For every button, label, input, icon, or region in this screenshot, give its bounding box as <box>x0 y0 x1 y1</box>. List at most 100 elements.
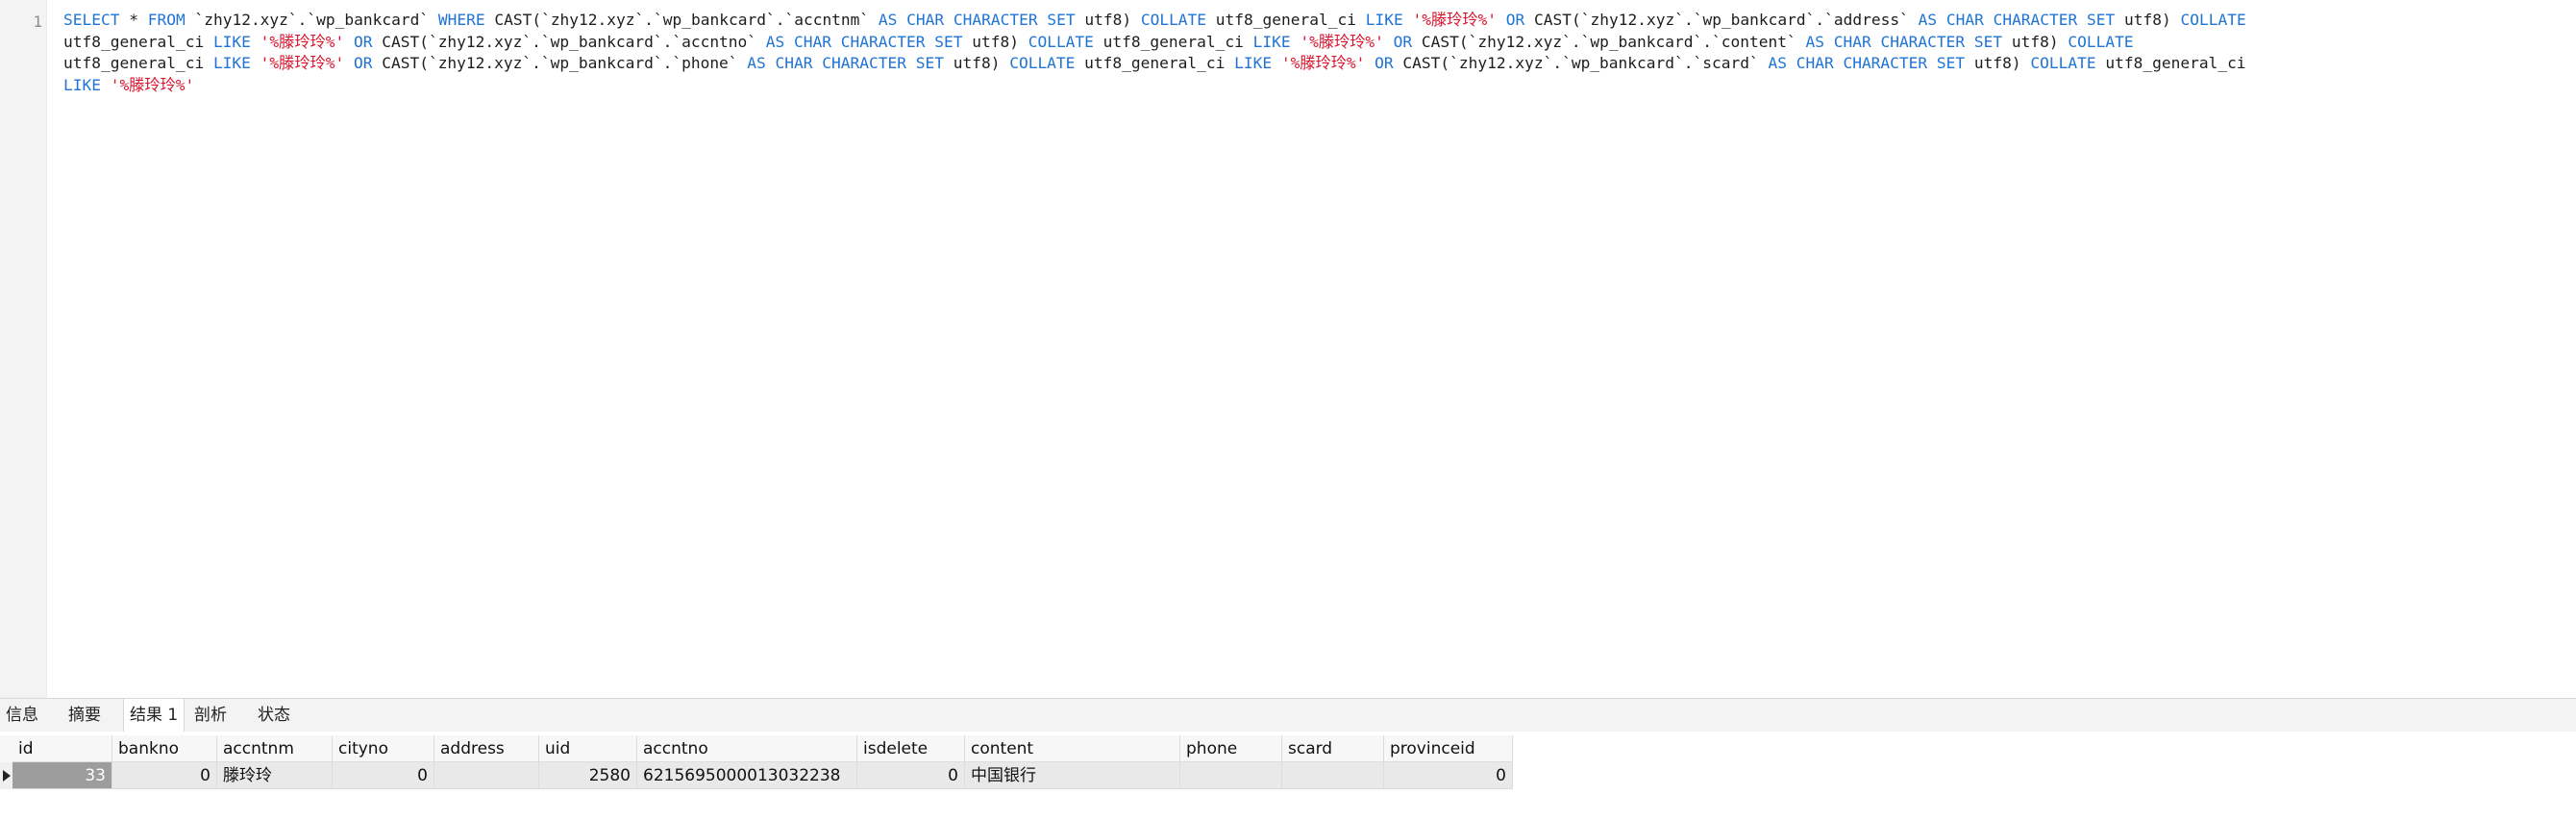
sql-keyword: OR <box>1375 54 1394 72</box>
column-header-id[interactable]: id <box>12 735 112 762</box>
sql-keyword: COLLATE <box>1140 11 1207 29</box>
sql-identifier <box>251 54 260 72</box>
sql-keyword: OR <box>353 54 373 72</box>
sql-identifier <box>1272 54 1281 72</box>
sql-identifier: * <box>119 11 148 29</box>
column-header-accntno[interactable]: accntno <box>637 735 857 762</box>
column-header-uid[interactable]: uid <box>539 735 637 762</box>
sql-keyword: AS CHAR CHARACTER SET <box>765 32 963 51</box>
column-header-bankno[interactable]: bankno <box>112 735 217 762</box>
row-indicator[interactable] <box>0 762 13 789</box>
column-header-isdelete[interactable]: isdelete <box>857 735 965 762</box>
column-header-content[interactable]: content <box>965 735 1180 762</box>
sql-identifier: `zhy12.xyz`.`wp_bankcard` <box>185 11 438 29</box>
sql-keyword: AS CHAR CHARACTER SET <box>1805 32 2003 51</box>
sql-string: '%滕玲玲%' <box>260 54 345 72</box>
cell-address[interactable] <box>434 762 539 789</box>
header-corner <box>0 735 13 763</box>
sql-identifier: utf8) <box>1075 11 1141 29</box>
sql-identifier <box>251 33 260 51</box>
sql-editor[interactable]: 1 SELECT * FROM `zhy12.xyz`.`wp_bankcard… <box>0 0 2576 698</box>
column-header-cityno[interactable]: cityno <box>333 735 434 762</box>
sql-identifier: CAST(`zhy12.xyz`.`wp_bankcard`.`scard` <box>1393 54 1769 72</box>
sql-keyword: WHERE <box>437 11 485 29</box>
sql-identifier: utf8_general_ci <box>1093 32 1253 51</box>
tab-result-1[interactable]: 结果 1 <box>123 699 186 732</box>
sql-keyword: AS CHAR CHARACTER SET <box>747 54 944 72</box>
sql-keyword: OR <box>1393 32 1413 51</box>
sql-line: LIKE '%滕玲玲%' <box>63 75 2563 97</box>
sql-keyword: LIKE <box>1252 32 1291 51</box>
sql-keyword: LIKE <box>63 75 101 94</box>
sql-identifier <box>1384 33 1394 51</box>
sql-keyword: SELECT <box>63 11 120 29</box>
cell-provinceid[interactable]: 0 <box>1384 762 1513 789</box>
sql-identifier: utf8) <box>943 54 1010 72</box>
sql-keyword: COLLATE <box>2030 54 2096 72</box>
sql-string: '%滕玲玲%' <box>1280 54 1366 72</box>
cell-phone[interactable] <box>1180 762 1282 789</box>
sql-identifier: utf8) <box>2115 11 2181 29</box>
cell-isdelete[interactable]: 0 <box>857 762 965 789</box>
sql-keyword: LIKE <box>212 32 251 51</box>
sql-identifier <box>1365 54 1375 72</box>
line-number: 1 <box>33 12 42 31</box>
sql-keyword: OR <box>353 32 373 51</box>
column-header-address[interactable]: address <box>434 735 539 762</box>
sql-string: '%滕玲玲%' <box>1412 11 1498 29</box>
column-header-accntnm[interactable]: accntnm <box>217 735 333 762</box>
tab-info[interactable]: 信息 <box>0 699 44 732</box>
cell-bankno[interactable]: 0 <box>112 762 217 789</box>
cell-content[interactable]: 中国银行 <box>965 762 1180 789</box>
sql-keyword: LIKE <box>1365 11 1403 29</box>
sql-keyword: LIKE <box>1234 54 1273 72</box>
sql-keyword: AS CHAR CHARACTER SET <box>1768 54 1966 72</box>
sql-identifier <box>344 33 354 51</box>
cell-id[interactable]: 33 <box>12 762 112 789</box>
line-number-gutter: 1 <box>0 0 47 698</box>
sql-keyword: AS CHAR CHARACTER SET <box>878 11 1076 29</box>
sql-identifier: CAST(`zhy12.xyz`.`wp_bankcard`.`accntnm` <box>484 11 879 29</box>
sql-identifier: CAST(`zhy12.xyz`.`wp_bankcard`.`phone` <box>372 54 748 72</box>
sql-string: '%滕玲玲%' <box>1300 32 1384 51</box>
sql-keyword: FROM <box>147 11 186 29</box>
sql-identifier: utf8_general_ci <box>1206 11 1366 29</box>
sql-identifier: CAST(`zhy12.xyz`.`wp_bankcard`.`accntno` <box>372 32 766 51</box>
sql-identifier <box>101 76 111 94</box>
sql-identifier: utf8) <box>1965 54 2031 72</box>
sql-identifier: utf8_general_ci <box>63 54 213 72</box>
sql-identifier: utf8_general_ci <box>63 32 213 51</box>
sql-identifier: utf8_general_ci <box>2095 54 2246 72</box>
tab-summary[interactable]: 摘要 <box>62 699 107 732</box>
sql-string: '%滕玲玲%' <box>110 75 195 94</box>
column-header-phone[interactable]: phone <box>1180 735 1282 762</box>
sql-identifier: utf8_general_ci <box>1075 54 1235 72</box>
sql-identifier <box>1291 33 1300 51</box>
cell-accntno[interactable]: 6215695000013032238 <box>637 762 857 789</box>
sql-line: utf8_general_ci LIKE '%滕玲玲%' OR CAST(`zh… <box>63 32 2563 54</box>
sql-string: '%滕玲玲%' <box>260 32 345 51</box>
result-tab-bar: 信息 摘要 结果 1 剖析 状态 <box>0 698 2576 732</box>
sql-keyword: COLLATE <box>2180 11 2246 29</box>
sql-identifier: CAST(`zhy12.xyz`.`wp_bankcard`.`content` <box>1412 32 1806 51</box>
cell-uid[interactable]: 2580 <box>539 762 637 789</box>
tab-profile[interactable]: 剖析 <box>188 699 233 732</box>
sql-keyword: COLLATE <box>1009 54 1076 72</box>
column-header-provinceid[interactable]: provinceid <box>1384 735 1513 762</box>
current-row-arrow-icon <box>3 770 11 782</box>
sql-keyword: AS CHAR CHARACTER SET <box>1918 11 2116 29</box>
sql-query-text[interactable]: SELECT * FROM `zhy12.xyz`.`wp_bankcard` … <box>63 10 2563 96</box>
cell-cityno[interactable]: 0 <box>333 762 434 789</box>
sql-identifier <box>1497 11 1506 29</box>
sql-keyword: OR <box>1505 11 1525 29</box>
sql-identifier: utf8) <box>962 32 1028 51</box>
column-header-scard[interactable]: scard <box>1282 735 1384 762</box>
sql-line: SELECT * FROM `zhy12.xyz`.`wp_bankcard` … <box>63 10 2563 32</box>
cell-scard[interactable] <box>1282 762 1384 789</box>
result-grid[interactable]: id bankno accntnm cityno address uid accntno is… <box>0 732 2576 820</box>
sql-keyword: LIKE <box>212 54 251 72</box>
tab-status[interactable]: 状态 <box>252 699 296 732</box>
sql-identifier <box>344 54 354 72</box>
cell-accntnm[interactable]: 滕玲玲 <box>217 762 333 789</box>
sql-line: utf8_general_ci LIKE '%滕玲玲%' OR CAST(`zh… <box>63 53 2563 75</box>
